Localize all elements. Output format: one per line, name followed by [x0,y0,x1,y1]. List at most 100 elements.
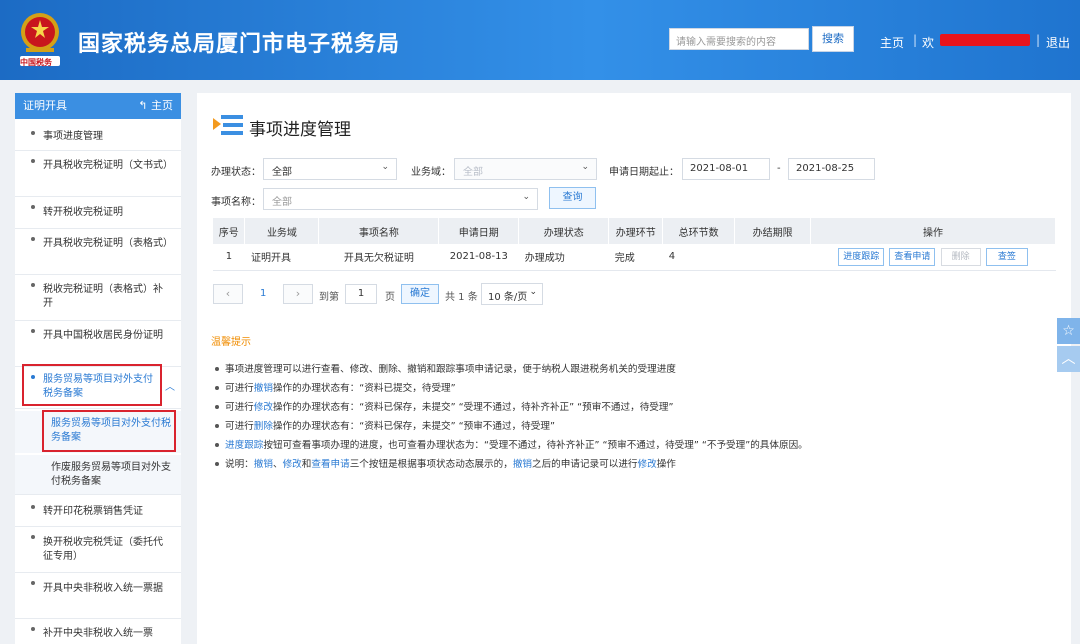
item-name-select-value: 全部 [272,197,292,208]
cell-date: 2021-08-13 [438,244,519,271]
back-to-top-icon[interactable]: ︿ [1057,346,1080,372]
end-date-input[interactable]: 2021-08-25 [788,158,875,180]
tip-text: 操作 [656,459,676,470]
tips-title: 温馨提示 [211,337,251,348]
sidebar-home-link[interactable]: ↰ 主页 [138,93,173,119]
site-title: 国家税务总局厦门市电子税务局 [78,32,401,57]
tip-line: 事项进度管理可以进行查看、修改、删除、撤销和跟踪事项申请记录，便于纳税人跟进税务… [213,361,676,375]
goto-confirm-button[interactable]: 确定 [401,284,439,304]
tip-link: 进度跟踪 [225,440,264,451]
goto-page-input[interactable]: 1 [345,284,377,304]
sidebar-item-exchange-cert[interactable]: 换开税收完税凭证（委托代征专用） [15,527,181,573]
sidebar-item-transfer-cert[interactable]: 转开税收完税证明 [15,197,181,229]
page-size-select[interactable]: 10 条/页 ⌄ [481,283,543,305]
sign-check-button[interactable]: 查签 [985,247,1028,266]
tip-link: 修改 [637,459,657,470]
tip-text: 操作的办理状态有：“资料已提交，待受理” [272,383,456,394]
chevron-down-icon: ⌄ [581,162,589,172]
sidebar-header: 证明开具 ↰ 主页 [15,93,181,119]
sidebar-subitem-void-filing[interactable]: 作废服务贸易等项目对外支付税务备案 [15,455,181,495]
total-count: 共 1 条 [445,292,478,303]
chevron-up-icon[interactable]: ︿ [165,381,175,395]
col-header-actions: 操作 [810,218,1056,244]
sidebar-item-central-nontax-reissue[interactable]: 补开中央非税收入统一票 [15,619,181,644]
cell-domain: 证明开具 [244,244,319,271]
back-arrow-icon: ↰ [138,99,151,112]
query-button[interactable]: 查询 [549,187,596,209]
table-row: 1 证明开具 开具无欠税证明 2021-08-13 办理成功 完成 4 进度跟踪… [213,244,1056,271]
delete-button[interactable]: 删除 [940,247,981,266]
favorite-star-icon[interactable]: ☆ [1057,318,1080,344]
view-application-button[interactable]: 查看申请 [889,247,936,266]
track-progress-button[interactable]: 进度跟踪 [838,247,885,266]
col-header-deadline: 办结期限 [734,218,812,244]
nav-home-link[interactable]: 主页 [880,34,904,51]
start-date-input[interactable]: 2021-08-01 [682,158,770,180]
main-panel: 事项进度管理 办理状态： 全部 ⌄ 业务域： 全部 ⌄ 申请日期起止： 2021… [197,93,1071,644]
table-header-row: 序号 业务域 事项名称 申请日期 办理状态 办理环节 总环节数 办结期限 操作 [213,218,1056,244]
cell-total: 4 [662,244,735,271]
tip-link: 撤销 [512,459,532,470]
domain-select-value: 全部 [463,167,483,178]
tip-link: 查看申请 [311,459,350,470]
sidebar-item-cert-reissue[interactable]: 税收完税证明（表格式）补开 [15,275,181,321]
highlight-box [42,410,176,452]
tip-link: 修改 [282,459,302,470]
nav-user-greeting: 欢 [922,36,935,50]
col-header-date: 申请日期 [438,218,520,244]
cell-no: 1 [213,244,245,271]
cell-status: 办理成功 [518,244,609,271]
col-header-status: 办理状态 [518,218,610,244]
cell-actions: 进度跟踪 查看申请 删除 查签 [810,244,1056,271]
status-select[interactable]: 全部 ⌄ [263,158,397,180]
redaction-mark [940,34,1030,46]
nav-separator: | [913,33,918,47]
tip-text: 操作的办理状态有：“资料已保存，未提交” “受理不通过，待补齐补正” “预审不通… [272,402,674,413]
tip-text: 事项进度管理可以进行查看、修改、删除、撤销和跟踪事项申请记录，便于纳税人跟进税务… [225,364,676,375]
search-button[interactable]: 搜索 [812,26,854,52]
tip-text: 可进行 [225,421,254,432]
item-name-label: 事项名称： [211,197,261,208]
col-header-no: 序号 [213,218,246,244]
chevron-down-icon: ⌄ [529,287,537,297]
sidebar-item-tax-cert-doc[interactable]: 开具税收完税证明（文书式） [15,151,181,197]
sidebar-item-tax-cert-table[interactable]: 开具税收完税证明（表格式） [15,229,181,275]
prev-page-button[interactable]: ‹ [213,284,243,304]
sidebar-home-label: 主页 [151,99,173,112]
search-input[interactable]: 请输入需要搜索的内容 [669,28,809,50]
tip-text: 说明： [225,459,254,470]
status-label: 办理状态： [211,167,261,178]
tip-line: 可进行撤销操作的办理状态有：“资料已提交，待受理” [213,380,456,394]
status-select-value: 全部 [272,167,292,178]
date-range-label: 申请日期起止： [609,167,679,178]
tip-text: 按钮可查看事项办理的进度，也可查看办理状态为：“受理不通过，待补齐补正” “预审… [263,440,808,451]
tip-text: 之后的申请记录可以进行 [532,459,638,470]
tip-link: 撤销 [253,383,273,394]
tip-line: 可进行修改操作的办理状态有：“资料已保存，未提交” “受理不通过，待补齐补正” … [213,399,673,413]
item-name-select[interactable]: 全部 ⌄ [263,188,538,210]
tip-text: 可进行 [225,402,254,413]
sidebar-item-progress[interactable]: 事项进度管理 [15,123,181,151]
current-page[interactable]: 1 [260,288,266,299]
next-page-button[interactable]: › [283,284,313,304]
logout-link[interactable]: 退出 [1046,34,1070,51]
sidebar-item-stamp-tax[interactable]: 转开印花税票销售凭证 [15,497,181,527]
tip-text: 三个按钮是根据事项状态动态展示的， [349,459,513,470]
cell-name: 开具无欠税证明 [318,244,439,271]
date-separator: - [777,163,781,174]
col-header-total: 总环节数 [662,218,736,244]
chevron-down-icon: ⌄ [522,192,530,202]
sidebar-item-resident-cert[interactable]: 开具中国税收居民身份证明 [15,321,181,367]
cell-deadline [734,244,811,271]
tip-link: 撤销 [253,459,273,470]
tip-line: 可进行删除操作的办理状态有：“资料已保存，未提交” “预审不通过，待受理” [213,418,555,432]
tip-text: 、 [272,459,283,470]
list-icon [213,115,243,135]
domain-select[interactable]: 全部 ⌄ [454,158,597,180]
emblem-caption: 中国税务 [20,58,52,67]
page-size-value: 10 条/页 [488,292,528,303]
tip-text: 操作的办理状态有：“资料已保存，未提交” “预审不通过，待受理” [272,421,555,432]
sidebar-item-central-nontax[interactable]: 开具中央非税收入统一票据 [15,573,181,619]
chevron-down-icon: ⌄ [381,162,389,172]
sidebar-title: 证明开具 [23,99,67,112]
